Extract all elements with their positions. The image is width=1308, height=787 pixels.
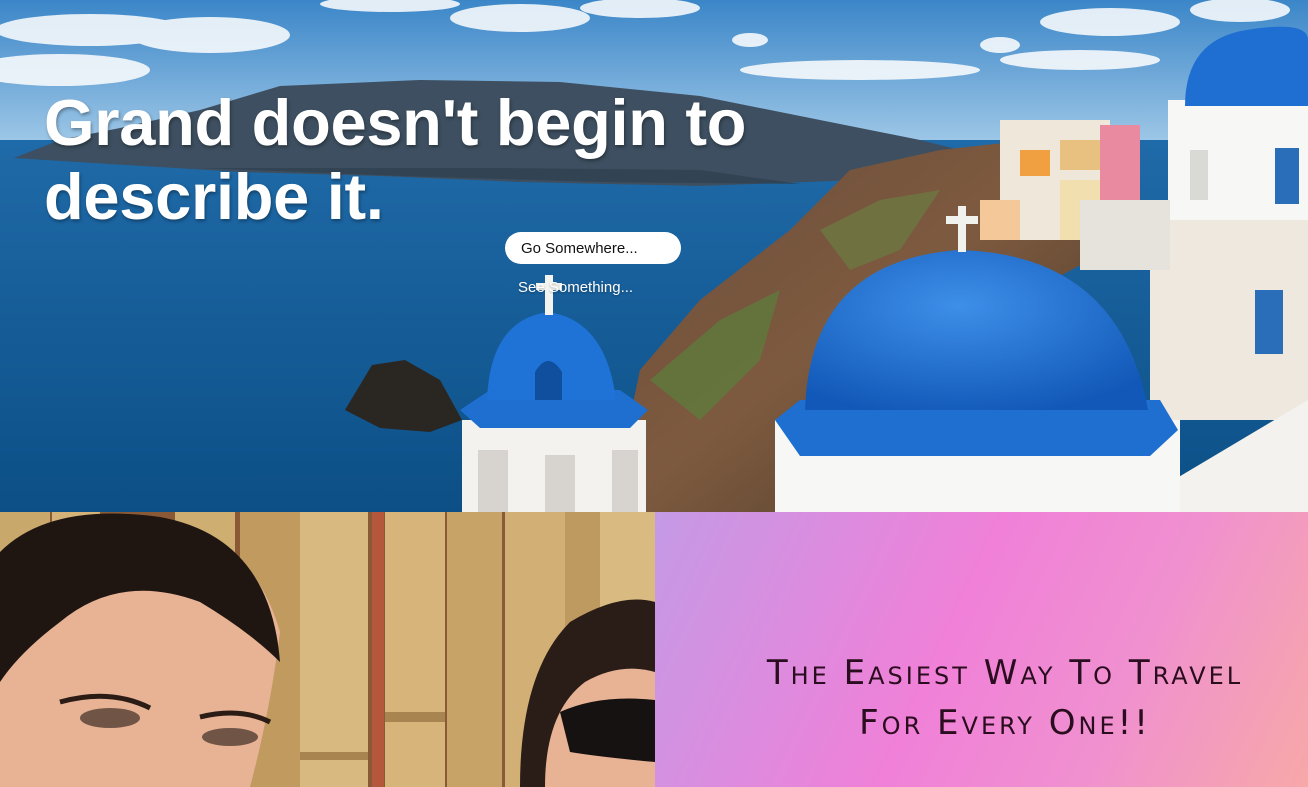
see-something-link[interactable]: See Something...: [518, 279, 633, 296]
hero-section: Grand doesn't begin to describe it. Go S…: [0, 0, 1308, 512]
feature-section: The Easiest Way To Travel For Every One!…: [0, 512, 1308, 787]
hero-title: Grand doesn't begin to describe it.: [44, 86, 747, 233]
friends-photo: [0, 512, 655, 787]
tagline-heading: The Easiest Way To Travel For Every One!…: [766, 653, 1244, 743]
friends-photo-image: [0, 512, 655, 787]
go-somewhere-button[interactable]: Go Somewhere...: [505, 232, 681, 264]
tagline-panel: The Easiest Way To Travel For Every One!…: [655, 512, 1308, 787]
